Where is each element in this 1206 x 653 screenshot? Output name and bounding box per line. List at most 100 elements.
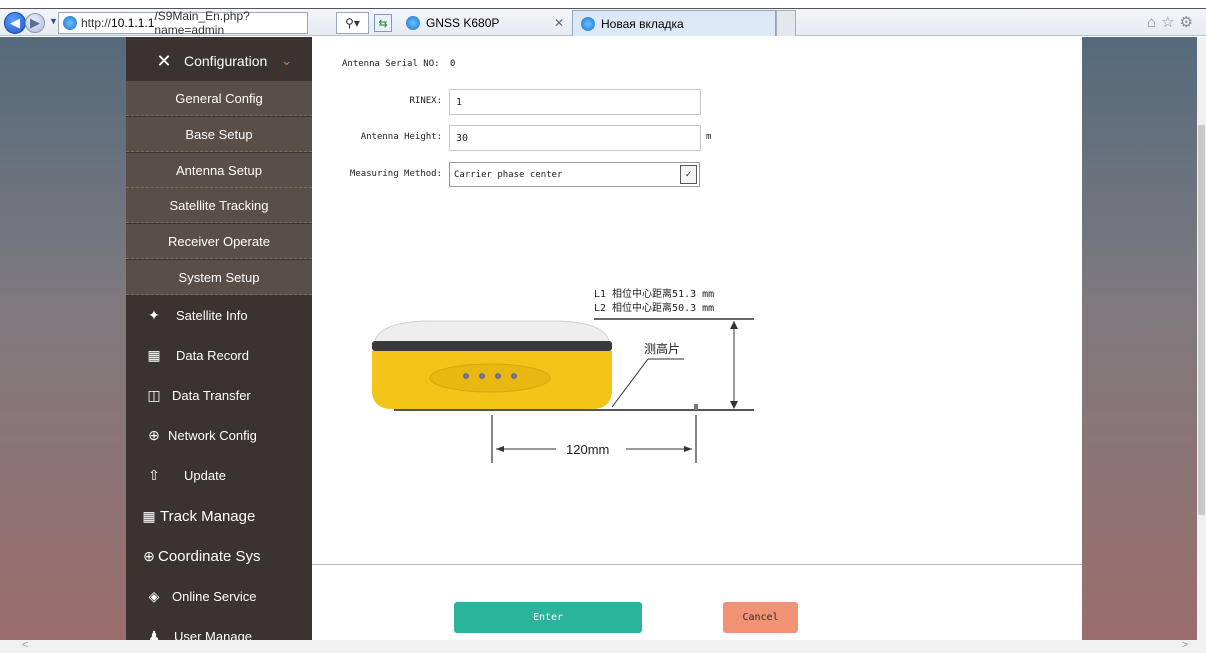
antenna-panel <box>429 363 551 393</box>
sidebar-item-label: System Setup <box>178 269 260 285</box>
sidebar-item-label: User Manage <box>174 628 253 641</box>
sidebar-item-data-transfer[interactable]: ◫ Data Transfer <box>126 375 312 415</box>
home-icon[interactable]: ⌂ <box>1147 14 1161 31</box>
enter-button[interactable]: Enter <box>454 602 642 633</box>
scrollbar-thumb[interactable] <box>1198 125 1205 515</box>
sidebar-subitem-system-setup[interactable]: System Setup <box>126 260 312 295</box>
url-host: 10.1.1.1 <box>111 16 155 30</box>
url-prefix: http:// <box>81 16 112 30</box>
tab-new[interactable]: Новая вкладка <box>572 10 776 36</box>
sidebar-item-user-manage[interactable]: ♟ User Manage <box>126 616 312 641</box>
sidebar-item-online-service[interactable]: ◈ Online Service <box>126 576 312 616</box>
address-bar[interactable]: http://10.1.1.1/S9Main_En.php?name=admin <box>58 9 308 37</box>
calendar-icon: ▦ <box>142 507 156 524</box>
cancel-button[interactable]: Cancel <box>723 602 798 633</box>
led-4-icon <box>511 373 517 379</box>
sidebar-item-label: Update <box>184 467 226 483</box>
sidebar-subitem-satellite-tracking[interactable]: Satellite Tracking <box>126 188 312 223</box>
user-icon: ♟ <box>147 627 161 641</box>
sidebar-item-satellite-info[interactable]: ✦ Satellite Info <box>126 295 312 335</box>
browser-toolbar: ◀ ▶ ▼ http://10.1.1.1/S9Main_En.php?name… <box>0 0 1206 37</box>
satellite-icon: ✦ <box>148 306 160 323</box>
sidebar-item-track-manage[interactable]: ▦ Track Manage <box>126 496 312 536</box>
cube-icon: ◈ <box>148 587 160 604</box>
height-arrow-top <box>730 321 738 329</box>
tools-icon: ✕ <box>156 50 172 71</box>
width-label: 120mm <box>566 442 609 457</box>
ie-icon <box>581 16 595 31</box>
rinex-label: RINEX: <box>409 96 442 106</box>
measuring-method-select[interactable]: Carrier phase center ✓ <box>449 162 700 187</box>
sidebar-item-label: Base Setup <box>185 126 253 142</box>
sidebar-item-network-config[interactable]: ⊕ Network Config <box>126 415 312 455</box>
vertical-scrollbar[interactable] <box>1197 37 1206 640</box>
scroll-left-icon[interactable]: < <box>22 639 28 651</box>
tab-label: GNSS K680P <box>426 16 500 30</box>
sidebar-item-label: Data Transfer <box>172 387 251 403</box>
forward-button[interactable]: ▶ <box>25 13 45 33</box>
sidebar-item-configuration[interactable]: ✕ Configuration ⌄ <box>126 41 312 81</box>
globe-icon: ⊕ <box>143 547 155 564</box>
chevron-down-icon[interactable]: ✓ <box>680 165 697 184</box>
page-background: ✕ Configuration ⌄ General Config Base Se… <box>0 37 1206 640</box>
back-button[interactable]: ◀ <box>4 12 26 34</box>
window-top-edge <box>0 0 1206 9</box>
plate-tab <box>694 404 698 410</box>
search-dropdown-button[interactable]: ⚲ ▾ <box>336 12 369 34</box>
main-content: Antenna Serial NO: 0 RINEX: 1 Antenna He… <box>312 37 1082 640</box>
sidebar-item-label: Antenna Setup <box>175 162 263 178</box>
ie-icon <box>63 16 77 30</box>
sidebar-item-label: Satellite Tracking <box>169 197 269 213</box>
sidebar-item-label: Data Record <box>176 347 249 363</box>
refresh-button[interactable]: ⇆ <box>374 14 392 32</box>
sidebar-item-label: Online Service <box>172 588 257 604</box>
sidebar-subitem-base-setup[interactable]: Base Setup <box>126 117 312 152</box>
new-tab-button[interactable] <box>776 10 796 36</box>
antenna-band <box>372 341 612 351</box>
horizontal-scrollbar[interactable]: < > <box>0 639 1206 653</box>
gear-icon[interactable]: ⚙ <box>1180 14 1198 31</box>
ie-icon <box>406 16 420 30</box>
antenna-height-input[interactable]: 30 <box>449 125 701 151</box>
measuring-method-label: Measuring Method: <box>349 169 442 179</box>
antenna-serial-label: Antenna Serial NO: <box>342 59 440 69</box>
sidebar-subitem-antenna-setup[interactable]: Antenna Setup <box>126 153 312 188</box>
search-icon: ⚲ <box>345 16 354 30</box>
sidebar-item-coordinate-sys[interactable]: ⊕ Coordinate Sys <box>126 536 312 576</box>
sidebar-item-label: Track Manage <box>160 507 256 525</box>
sidebar-subitem-general-config[interactable]: General Config <box>126 81 312 116</box>
close-icon[interactable]: ✕ <box>554 16 564 30</box>
url-path: /S9Main_En.php?name=admin <box>154 9 250 37</box>
tab-gnss[interactable]: GNSS K680P ✕ <box>398 10 570 36</box>
height-arrow-bottom <box>730 401 738 409</box>
scroll-right-icon[interactable]: > <box>1182 639 1188 651</box>
globe-icon: ⊕ <box>148 426 160 443</box>
sidebar-item-data-record[interactable]: ▦ Data Record <box>126 335 312 375</box>
led-1-icon <box>463 373 469 379</box>
antenna-height-label: Antenna Height: <box>360 132 442 142</box>
led-3-icon <box>495 373 501 379</box>
width-arrowhead-right <box>684 446 692 452</box>
history-dropdown-icon[interactable]: ▼ <box>49 16 58 26</box>
chevron-down-icon: ⌄ <box>281 53 293 68</box>
height-plate-label: 测高片 <box>644 341 680 356</box>
sidebar-item-label: General Config <box>175 90 263 106</box>
measuring-method-value: Carrier phase center <box>454 169 563 180</box>
width-arrowhead-left <box>496 446 504 452</box>
led-2-icon <box>479 373 485 379</box>
rinex-input[interactable]: 1 <box>449 89 701 115</box>
sidebar: ✕ Configuration ⌄ General Config Base Se… <box>126 37 312 640</box>
sidebar-item-label: Configuration <box>184 53 268 69</box>
calendar-icon: ▦ <box>147 346 161 363</box>
sidebar-subitem-receiver-operate[interactable]: Receiver Operate <box>126 224 312 259</box>
form-divider <box>312 564 1082 565</box>
browser-tools: ⌂☆⚙ <box>1147 13 1198 31</box>
upload-icon: ⇧ <box>148 466 160 483</box>
sidebar-item-label: Coordinate Sys <box>158 547 261 565</box>
sidebar-item-update[interactable]: ⇧ Update <box>126 455 312 495</box>
favorites-icon[interactable]: ☆ <box>1161 14 1179 31</box>
l1-phase-center-text: L1 相位中心距离51.3 mm <box>594 287 714 300</box>
tab-label: Новая вкладка <box>601 16 684 31</box>
l2-phase-center-text: L2 相位中心距离50.3 mm <box>594 301 714 314</box>
antenna-height-diagram: L1 相位中心距离51.3 mm L2 相位中心距离50.3 mm 测高片 12… <box>372 287 754 463</box>
